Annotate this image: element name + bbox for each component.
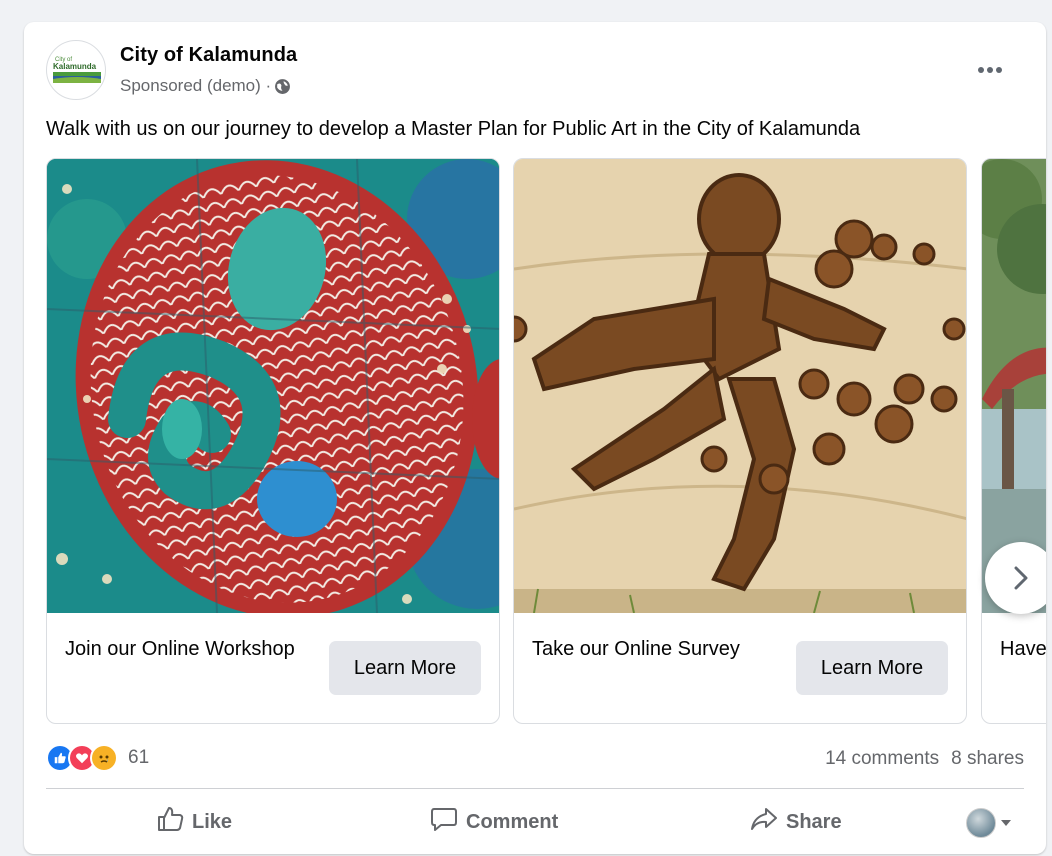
learn-more-button[interactable]: Learn More <box>796 641 948 695</box>
user-avatar <box>966 808 996 838</box>
logo-text-main: Kalamunda <box>53 62 97 71</box>
comment-button[interactable]: Comment <box>430 806 558 838</box>
card-title: Take our Online Survey <box>532 638 740 660</box>
carousel-card[interactable]: Join our Online Workshop Learn More <box>46 158 500 724</box>
learn-more-button[interactable]: Learn More <box>329 641 481 695</box>
post-stats: 61 14 comments 8 shares <box>46 740 1024 780</box>
aboriginal-art-mural-image[interactable] <box>47 159 499 613</box>
sad-reaction-icon <box>90 744 118 772</box>
card-title: Join our Online Workshop <box>65 638 295 660</box>
reactions-summary[interactable]: 61 <box>46 744 149 772</box>
sponsored-text: Sponsored (demo) · <box>120 76 272 95</box>
actions-divider <box>46 788 1024 789</box>
share-label: Share <box>786 810 842 833</box>
page-name-link[interactable]: City of Kalamunda <box>120 44 297 67</box>
caret-down-icon <box>1000 814 1012 832</box>
shares-count-link[interactable]: 8 shares <box>951 748 1024 770</box>
more-options-icon[interactable] <box>968 48 1012 92</box>
share-arrow-icon <box>750 806 778 838</box>
card-title: Have <box>1000 638 1046 660</box>
carousel-card[interactable]: Take our Online Survey Learn More <box>513 158 967 724</box>
reaction-count: 61 <box>128 747 150 768</box>
carousel-card[interactable]: Have <box>981 158 1046 724</box>
post-caption: Walk with us on our journey to develop a… <box>46 118 861 140</box>
bronze-figure-mural-image[interactable] <box>514 159 966 613</box>
globe-icon[interactable] <box>274 78 291 95</box>
audience-selector[interactable] <box>966 808 1012 838</box>
comment-label: Comment <box>466 810 559 833</box>
like-button[interactable]: Like <box>156 806 232 838</box>
page-avatar[interactable]: City of Kalamunda <box>46 40 106 100</box>
engagement-counts: 14 comments 8 shares <box>825 748 1024 770</box>
sponsored-post: City of Kalamunda City of Kalamunda Spon… <box>24 22 1046 854</box>
post-actions: Like Comment Share <box>46 796 1024 848</box>
comments-count-link[interactable]: 14 comments <box>825 748 939 770</box>
ad-carousel: Join our Online Workshop Learn More Take… <box>46 158 1046 724</box>
comment-bubble-icon <box>430 806 458 838</box>
thumbs-up-icon <box>156 806 184 838</box>
share-button[interactable]: Share <box>750 806 842 838</box>
like-label: Like <box>192 810 233 833</box>
sponsored-label: Sponsored (demo) · <box>120 76 291 96</box>
post-header: City of Kalamunda City of Kalamunda Spon… <box>46 40 1046 104</box>
